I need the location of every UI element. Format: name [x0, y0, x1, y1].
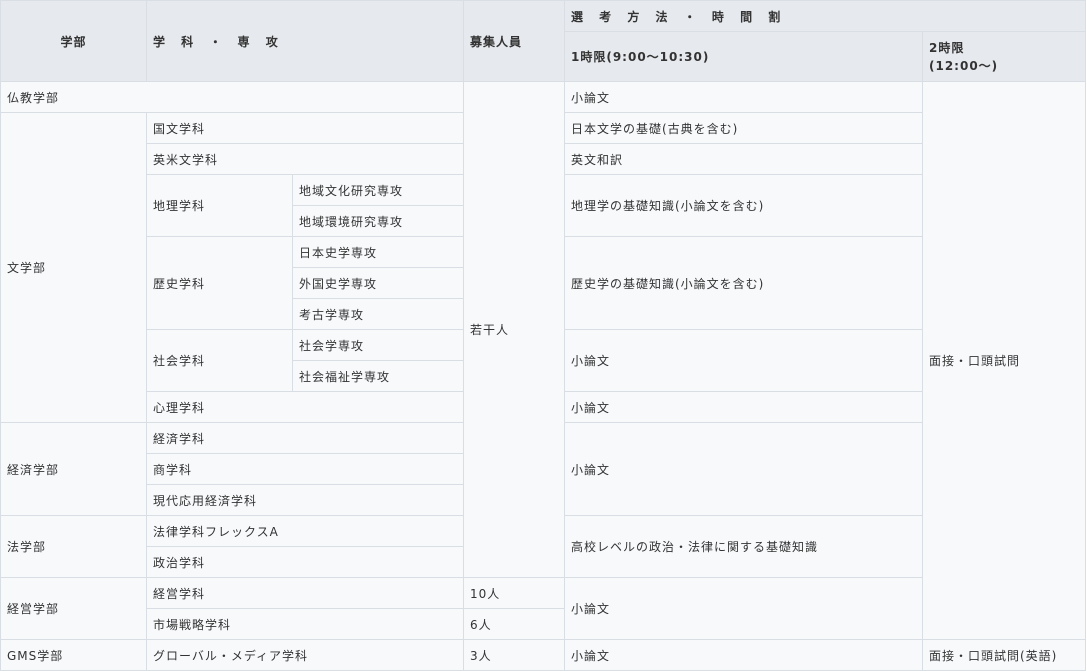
- header-capacity: 募集人員: [463, 0, 565, 82]
- exam1-cell: 小論文: [564, 391, 923, 423]
- major-cell: 考古学専攻: [292, 298, 464, 330]
- header-faculty: 学部: [0, 0, 147, 82]
- department-cell: 経済学科: [146, 422, 464, 454]
- department-cell: 市場戦略学科: [146, 608, 464, 640]
- major-cell: 日本史学専攻: [292, 236, 464, 268]
- department-cell: 心理学科: [146, 391, 464, 423]
- department-cell: 地理学科: [146, 174, 293, 237]
- major-cell: 地域文化研究専攻: [292, 174, 464, 206]
- header-period2-line2: (12:00〜): [929, 58, 999, 73]
- major-cell: 社会福祉学専攻: [292, 360, 464, 392]
- capacity-cell: 若干人: [463, 81, 565, 578]
- exam1-cell: 小論文: [564, 422, 923, 516]
- exam1-cell: 英文和訳: [564, 143, 923, 175]
- exam1-cell: 小論文: [564, 81, 923, 113]
- exam1-cell: 小論文: [564, 329, 923, 392]
- department-cell: 歴史学科: [146, 236, 293, 330]
- major-cell: 地域環境研究専攻: [292, 205, 464, 237]
- admission-schedule-table: 学部 学 科 ・ 専 攻 募集人員 選 考 方 法 ・ 時 間 割 1時限(9:…: [0, 0, 1086, 671]
- faculty-cell: 仏教学部: [0, 81, 464, 113]
- department-cell: 国文学科: [146, 112, 464, 144]
- department-cell: 経営学科: [146, 577, 464, 609]
- exam1-cell: 日本文学の基礎(古典を含む): [564, 112, 923, 144]
- department-cell: 英米文学科: [146, 143, 464, 175]
- exam1-cell: 小論文: [564, 577, 923, 640]
- header-period2-line1: 2時限: [929, 40, 965, 55]
- faculty-cell: 経営学部: [0, 577, 147, 640]
- table-row: 仏教学部 若干人 小論文 面接・口頭試問: [0, 81, 1086, 640]
- header-period2: 2時限 (12:00〜): [922, 31, 1086, 82]
- exam1-cell: 地理学の基礎知識(小論文を含む): [564, 174, 923, 237]
- header-period1: 1時限(9:00〜10:30): [564, 31, 923, 82]
- faculty-cell: 文学部: [0, 112, 147, 423]
- faculty-cell: 法学部: [0, 515, 147, 578]
- exam1-cell: 高校レベルの政治・法律に関する基礎知識: [564, 515, 923, 578]
- faculty-cell: 経済学部: [0, 422, 147, 516]
- major-cell: 社会学専攻: [292, 329, 464, 361]
- department-cell: 政治学科: [146, 546, 464, 578]
- exam1-cell: 小論文: [564, 639, 923, 671]
- capacity-cell: 6人: [463, 608, 565, 640]
- department-cell: 法律学科フレックスA: [146, 515, 464, 547]
- header-method: 選 考 方 法 ・ 時 間 割: [564, 0, 1086, 32]
- faculty-cell: GMS学部: [0, 639, 147, 671]
- exam1-cell: 歴史学の基礎知識(小論文を含む): [564, 236, 923, 330]
- table-row: GMS学部 グローバル・メディア学科 3人 小論文 面接・口頭試問(英語): [0, 639, 1086, 671]
- department-cell: 現代応用経済学科: [146, 484, 464, 516]
- capacity-cell: 3人: [463, 639, 565, 671]
- header-department: 学 科 ・ 専 攻: [146, 0, 464, 82]
- department-cell: 社会学科: [146, 329, 293, 392]
- department-cell: 商学科: [146, 453, 464, 485]
- major-cell: 外国史学専攻: [292, 267, 464, 299]
- department-cell: グローバル・メディア学科: [146, 639, 464, 671]
- exam2-cell: 面接・口頭試問: [922, 81, 1086, 640]
- exam2-cell: 面接・口頭試問(英語): [922, 639, 1086, 671]
- capacity-cell: 10人: [463, 577, 565, 609]
